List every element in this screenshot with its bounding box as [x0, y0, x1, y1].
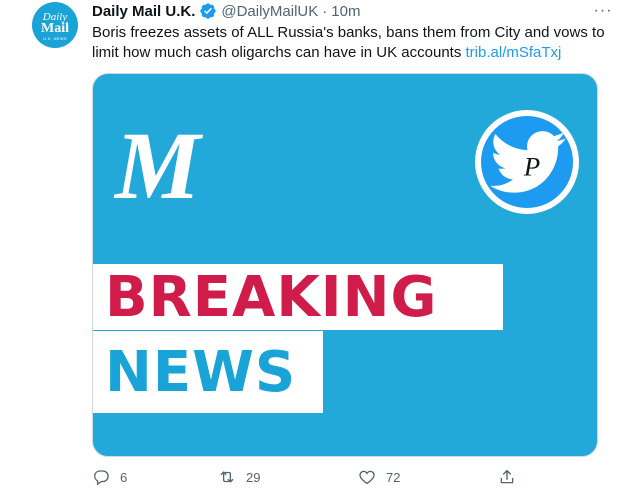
like-count: 72	[386, 469, 401, 485]
tweet-text: Boris freezes assets of ALL Russia's ban…	[92, 23, 612, 63]
verified-badge-icon	[200, 3, 217, 19]
daily-mail-m-logo: M	[115, 112, 201, 219]
reply-count: 6	[120, 469, 128, 485]
more-options-icon[interactable]: ···	[588, 0, 618, 22]
news-banner: NEWS	[93, 331, 323, 413]
avatar[interactable]: Daily Mail U.K. NEWS	[32, 2, 78, 48]
tweet-timestamp[interactable]: 10m	[331, 3, 360, 20]
tweet[interactable]: Daily Mail U.K. NEWS Daily Mail U.K. @Da…	[0, 0, 638, 497]
twitter-badge: P	[475, 110, 579, 214]
tweet-actions: 6 29 72	[92, 466, 532, 488]
tweet-header: Daily Mail U.K. @DailyMailUK · 10m	[92, 1, 360, 21]
reply-icon	[94, 470, 109, 486]
retweet-icon	[220, 471, 234, 483]
reply-button[interactable]: 6	[92, 466, 127, 488]
avatar-text-mail: Mail	[41, 20, 69, 36]
breaking-banner: BREAKING	[93, 264, 503, 330]
breaking-text: BREAKING	[105, 264, 438, 330]
heart-icon	[359, 470, 375, 485]
account-name[interactable]: Daily Mail U.K.	[92, 3, 195, 20]
avatar-text-uk-news: U.K. NEWS	[43, 35, 67, 41]
bird-shape-icon: P	[490, 131, 566, 193]
share-button[interactable]	[498, 466, 516, 488]
account-handle[interactable]: @DailyMailUK	[221, 3, 318, 20]
like-button[interactable]: 72	[358, 466, 400, 488]
share-icon	[500, 469, 514, 484]
twitter-bird-icon: P	[481, 116, 573, 208]
tweet-link[interactable]: trib.al/mSfaTxj	[466, 44, 562, 61]
retweet-count: 29	[246, 469, 261, 485]
tweet-media-image[interactable]: M P BREAKING NEWS	[92, 73, 598, 457]
badge-letter: P	[523, 151, 540, 181]
separator-dot: ·	[322, 2, 328, 20]
news-text: NEWS	[105, 339, 297, 405]
retweet-button[interactable]: 29	[218, 466, 260, 488]
